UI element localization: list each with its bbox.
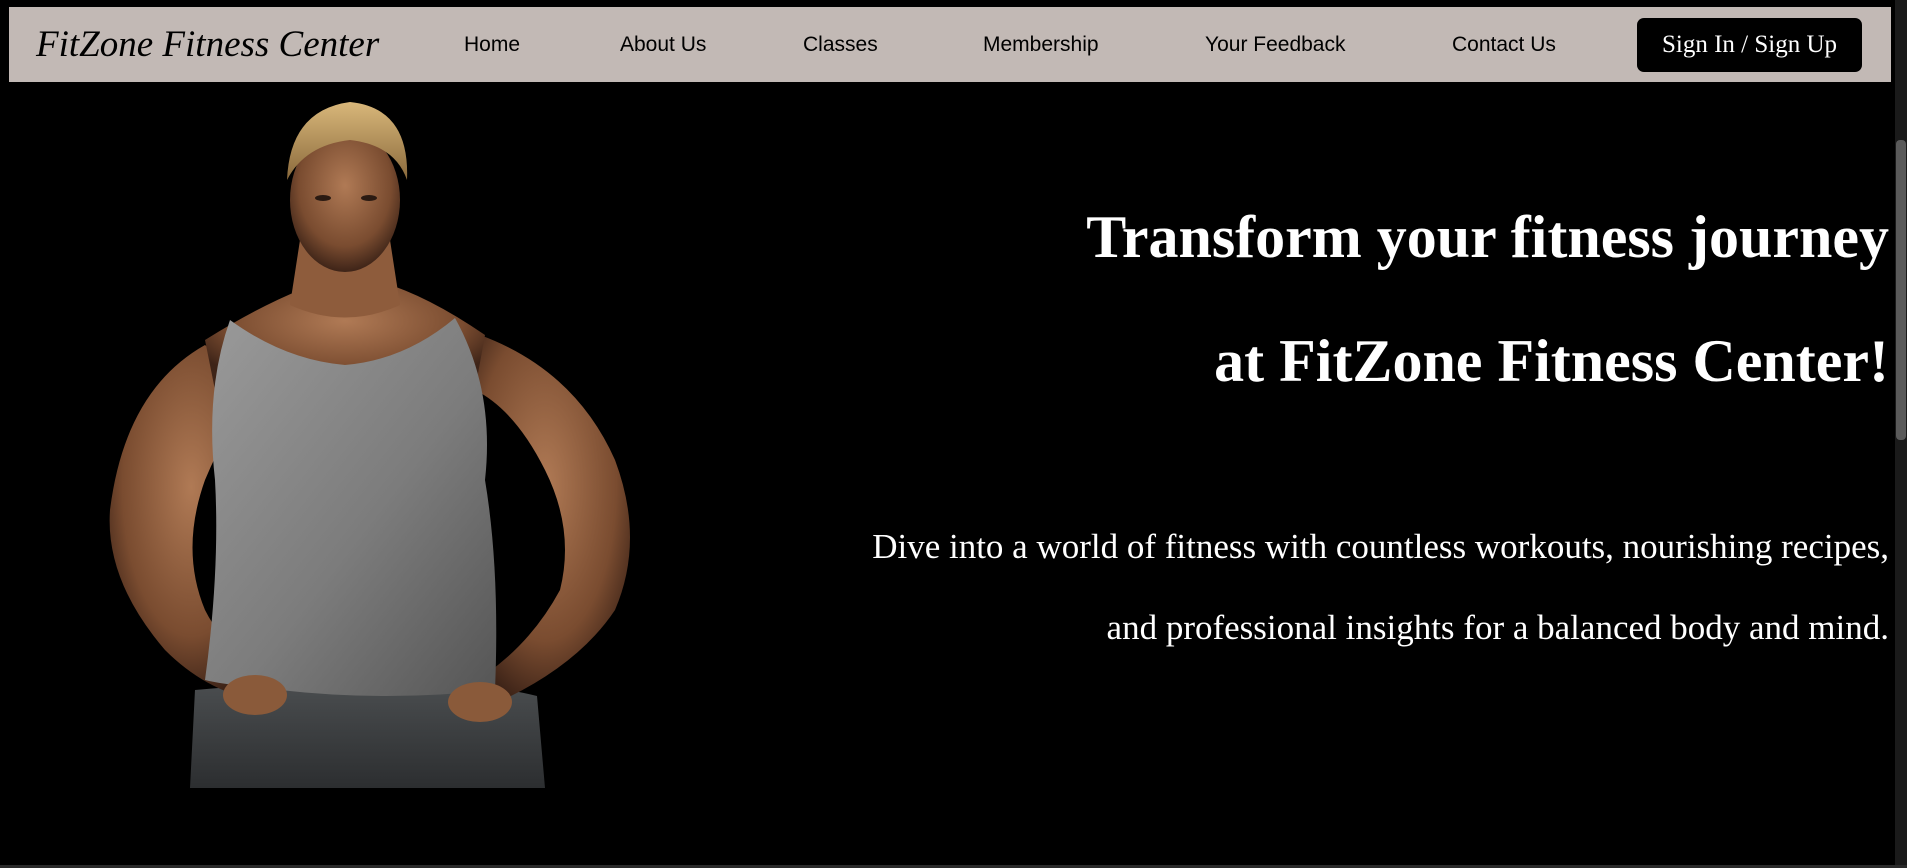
sign-in-sign-up-button[interactable]: Sign In / Sign Up (1637, 18, 1862, 72)
hero-title: Transform your fitness journey at FitZon… (789, 175, 1889, 423)
hero-athlete-image (109, 102, 630, 788)
nav-link-membership[interactable]: Membership (983, 33, 1099, 57)
page: FitZone Fitness Center Home About Us Cla… (0, 0, 1907, 868)
hero-subtitle-line-2: and professional insights for a balanced… (1106, 608, 1889, 647)
nav-link-home[interactable]: Home (464, 33, 520, 57)
navbar: FitZone Fitness Center Home About Us Cla… (9, 7, 1891, 82)
hero-subtitle: Dive into a world of fitness with countl… (739, 506, 1889, 668)
hero-title-line-2: at FitZone Fitness Center! (1214, 328, 1889, 394)
brand-logo[interactable]: FitZone Fitness Center (36, 23, 379, 66)
scrollbar-thumb[interactable] (1896, 140, 1906, 440)
nav-link-classes[interactable]: Classes (803, 33, 878, 57)
hero-title-line-1: Transform your fitness journey (1086, 204, 1889, 270)
scrollbar[interactable] (1895, 0, 1907, 868)
nav-link-contact-us[interactable]: Contact Us (1452, 33, 1556, 57)
hero-subtitle-line-1: Dive into a world of fitness with countl… (872, 527, 1889, 566)
nav-link-about-us[interactable]: About Us (620, 33, 706, 57)
nav-link-your-feedback[interactable]: Your Feedback (1205, 33, 1346, 57)
